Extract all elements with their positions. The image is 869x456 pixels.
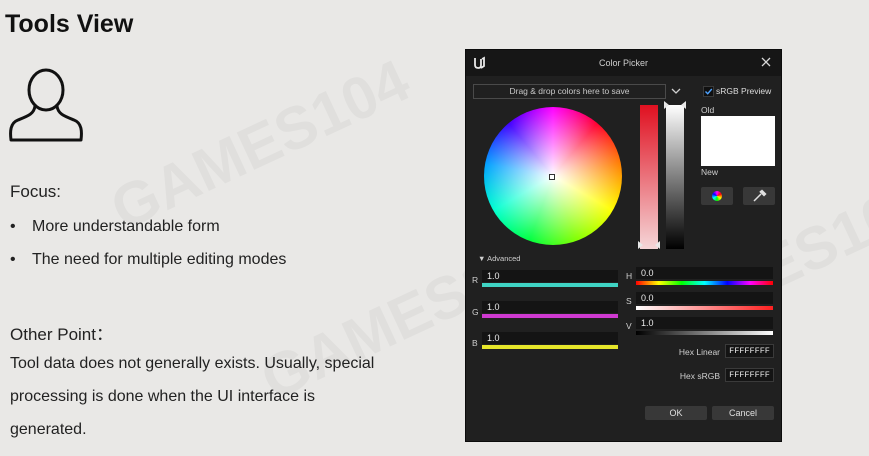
color-preview-swatch (701, 116, 775, 166)
hue-slider-bar[interactable] (636, 281, 773, 285)
hex-srgb-input[interactable]: FFFFFFFF (725, 368, 774, 382)
other-point-heading: Other Point： (10, 325, 113, 344)
other-point-text: Tool data does not generally exists. Usu… (10, 355, 375, 438)
value-value: 1.0 (641, 318, 654, 328)
blue-value: 1.0 (487, 333, 500, 343)
user-icon (9, 68, 83, 142)
color-drop-zone[interactable]: Drag & drop colors here to save (473, 84, 666, 99)
channel-label-s: S (626, 296, 632, 306)
red-slider[interactable]: 1.0 (482, 270, 618, 282)
green-slider[interactable]: 1.0 (482, 301, 618, 313)
channel-label-g: G (472, 307, 479, 317)
color-wheel-icon (712, 191, 722, 201)
channel-label-h: H (626, 271, 633, 281)
saturation-value: 0.0 (641, 293, 654, 303)
srgb-preview-checkbox[interactable] (703, 86, 714, 97)
chevron-down-icon[interactable] (671, 87, 681, 95)
close-icon[interactable] (760, 56, 772, 68)
blue-slider-bar[interactable] (482, 345, 618, 349)
hex-linear-label: Hex Linear (678, 347, 720, 357)
hex-linear-input[interactable]: FFFFFFFF (725, 344, 774, 358)
eyedropper-icon (753, 189, 767, 202)
background-watermark: GAMES104 (100, 46, 419, 244)
advanced-label: Advanced (487, 254, 521, 263)
dialog-title: Color Picker (598, 58, 648, 68)
new-color-label: New (701, 167, 719, 177)
saturation-field-bar[interactable] (636, 306, 773, 310)
checkmark-icon (705, 88, 713, 95)
green-slider-bar[interactable] (482, 314, 618, 318)
hue-slider[interactable]: 0.0 (636, 267, 773, 279)
green-value: 1.0 (487, 302, 500, 312)
channel-label-r: R (472, 275, 479, 285)
channel-label-b: B (472, 338, 478, 348)
dialog-titlebar[interactable]: Color Picker (466, 50, 781, 76)
saturation-slider[interactable] (640, 105, 658, 249)
bullet-item: More understandable form (10, 218, 286, 251)
value-field[interactable]: 1.0 (636, 317, 773, 329)
eyedropper-button[interactable] (743, 187, 775, 205)
value-field-bar[interactable] (636, 331, 773, 335)
old-color-label: Old (701, 105, 715, 115)
cancel-button[interactable]: Cancel (712, 406, 774, 420)
bullet-item: The need for multiple editing modes (10, 251, 286, 284)
focus-bullet-list: More understandable form The need for mu… (10, 218, 286, 284)
blue-slider[interactable]: 1.0 (482, 332, 618, 344)
hue-value: 0.0 (641, 268, 654, 278)
ok-button[interactable]: OK (645, 406, 707, 420)
channel-label-v: V (626, 321, 632, 331)
saturation-field[interactable]: 0.0 (636, 292, 773, 304)
color-wheel-selector[interactable] (549, 174, 555, 180)
color-picker-dialog: Color Picker Drag & drop colors here to … (465, 49, 782, 442)
advanced-toggle[interactable]: ▼ Advanced (478, 254, 520, 263)
saturation-slider-handle[interactable] (638, 241, 660, 251)
srgb-preview-label: sRGB Preview (716, 86, 772, 96)
red-value: 1.0 (487, 271, 500, 281)
slide-title: Tools View (5, 10, 134, 38)
focus-heading: Focus: (10, 182, 62, 201)
hex-srgb-label: Hex sRGB (679, 371, 720, 381)
value-slider[interactable] (666, 105, 684, 249)
red-slider-bar[interactable] (482, 283, 618, 287)
color-wheel-mode-button[interactable] (701, 187, 733, 205)
value-slider-handle[interactable] (664, 101, 686, 111)
